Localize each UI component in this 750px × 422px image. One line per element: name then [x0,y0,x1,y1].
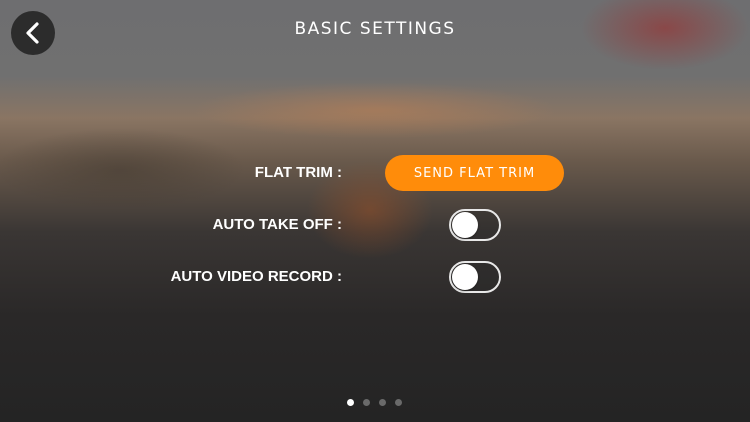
auto-take-off-label: AUTO TAKE OFF : [212,216,342,233]
page-indicator [347,399,402,406]
auto-video-record-toggle[interactable] [449,261,501,293]
toggle-knob [452,212,478,238]
flat-trim-label: FLAT TRIM : [254,164,342,181]
auto-video-record-label: AUTO VIDEO RECORD : [170,268,342,285]
page-dot-4[interactable] [395,399,402,406]
page-title: BASIC SETTINGS [294,19,456,39]
page-dot-1[interactable] [347,399,354,406]
toggle-knob [452,264,478,290]
page-dot-3[interactable] [379,399,386,406]
page-dot-2[interactable] [363,399,370,406]
send-flat-trim-button[interactable]: SEND FLAT TRIM [385,155,564,191]
auto-take-off-toggle[interactable] [449,209,501,241]
